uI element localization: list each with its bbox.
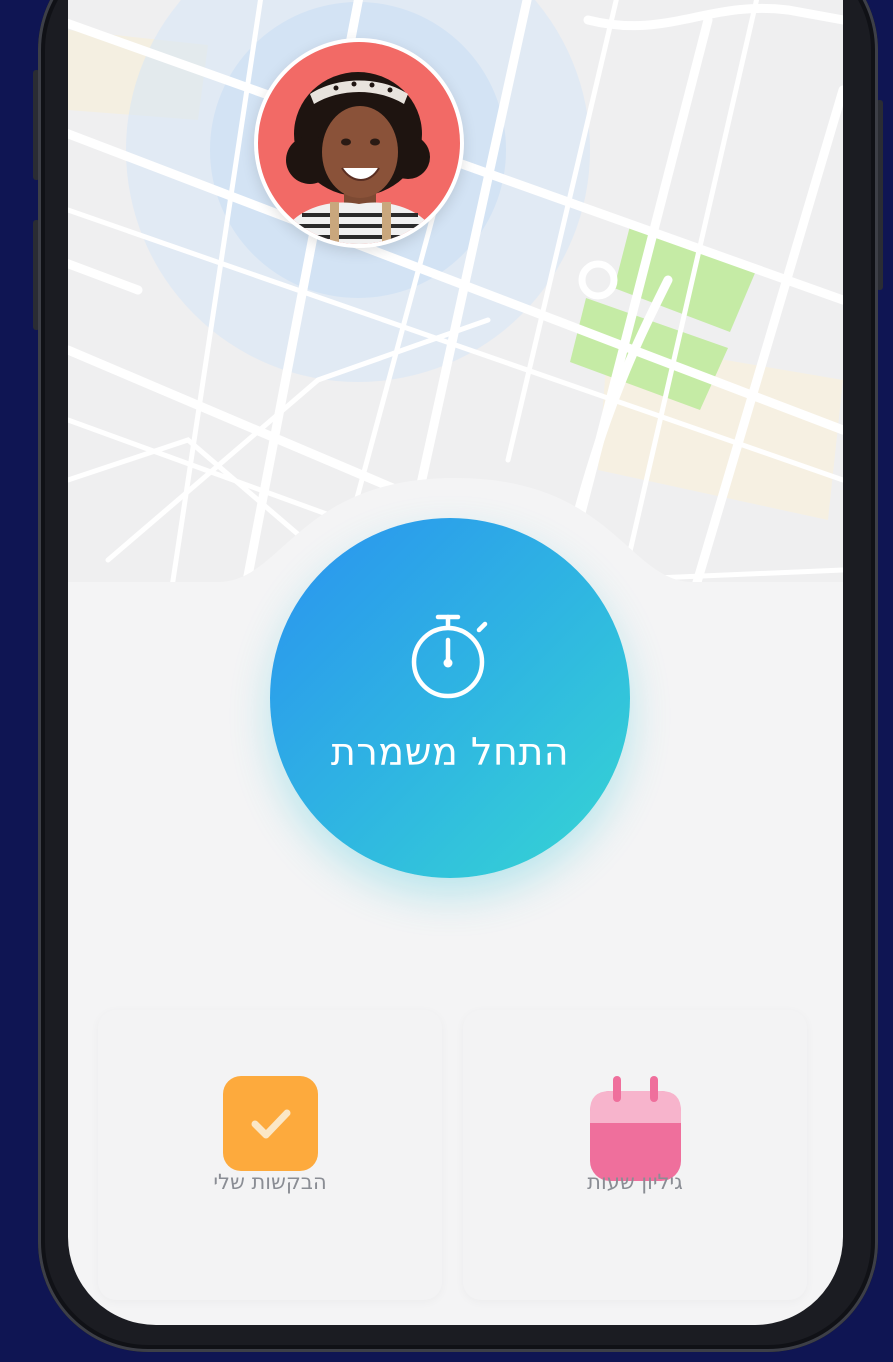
user-avatar[interactable]	[254, 38, 464, 248]
user-photo	[258, 42, 460, 244]
app-screen: התחל משמרת הבקשות שלי גיליון שעות	[68, 0, 843, 1325]
timesheet-card[interactable]: גיליון שעות	[463, 1010, 807, 1300]
timesheet-label: גיליון שעות	[587, 1170, 683, 1194]
my-requests-card[interactable]: הבקשות שלי	[98, 1010, 442, 1300]
my-requests-label: הבקשות שלי	[213, 1170, 327, 1194]
start-shift-label: התחל משמרת	[330, 730, 570, 774]
checkmark-icon	[223, 1076, 318, 1175]
start-shift-button[interactable]: התחל משמרת	[270, 518, 630, 878]
stopwatch-icon	[408, 610, 492, 704]
